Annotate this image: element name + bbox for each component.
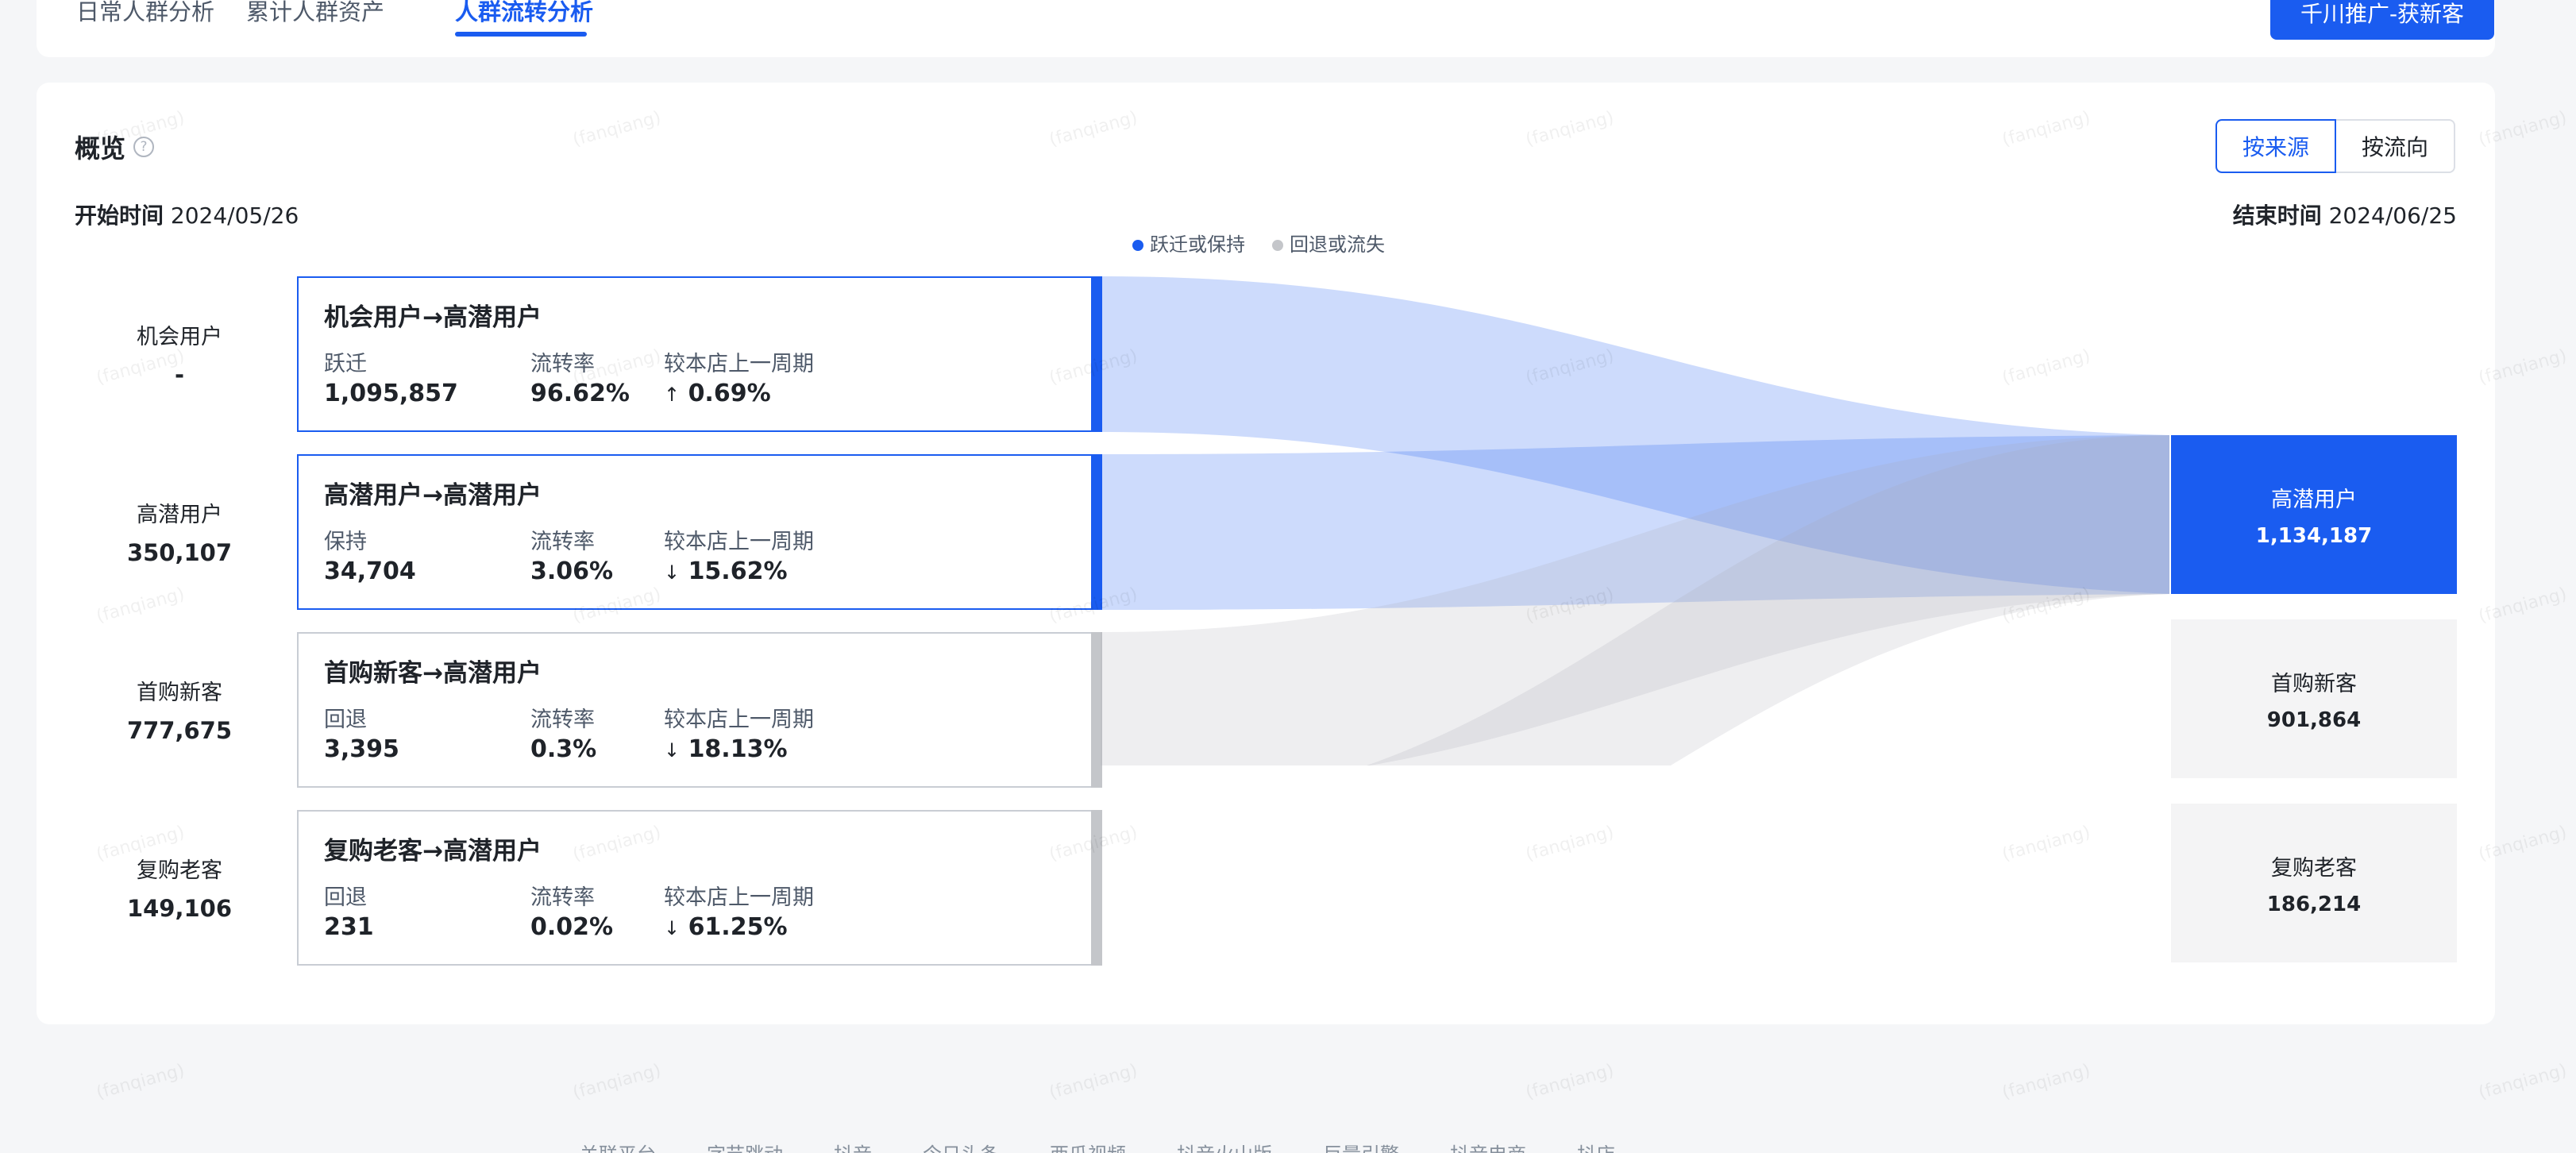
- footer-link[interactable]: 抖音电商: [1450, 1139, 1526, 1153]
- flow-rate-label: 流转率: [530, 708, 595, 732]
- footer-link[interactable]: 字节跳动: [707, 1139, 783, 1153]
- footer-link[interactable]: 今日头条: [923, 1139, 999, 1153]
- flow-count: 3,395: [324, 735, 399, 763]
- arrow-down-icon: ↓: [664, 561, 681, 584]
- flow-compare: ↓ 15.62%: [664, 557, 788, 585]
- arrow-down-icon: ↓: [664, 917, 681, 939]
- end-date: 结束时间 2024/06/25: [2233, 199, 2457, 230]
- source-value: 149,106: [126, 895, 233, 922]
- flow-rate: 0.02%: [530, 913, 614, 941]
- watermark-text: (fanqiang): [1999, 1060, 2093, 1104]
- source-name: 高潜用户: [137, 503, 222, 527]
- promo-acquire-button[interactable]: 千川推广-获新客: [2270, 0, 2494, 40]
- flow-rate: 0.3%: [530, 735, 597, 763]
- source-node: 复购老客 149,106: [100, 853, 259, 922]
- footer-link[interactable]: 抖店: [1577, 1139, 1615, 1153]
- tab-daily-crowd[interactable]: 日常人群分析: [76, 0, 214, 27]
- flow-kind-label: 回退: [324, 885, 367, 910]
- source-value: 350,107: [126, 539, 233, 566]
- flow-title: 首购新客→高潜用户: [324, 659, 542, 688]
- target-name: 复购老客: [2271, 855, 2357, 881]
- flow-count: 34,704: [324, 557, 416, 585]
- start-date-label: 开始时间: [75, 202, 164, 229]
- source-name: 复购老客: [137, 858, 222, 883]
- flow-kind-label: 跃迁: [324, 352, 367, 376]
- active-tab-indicator: [455, 32, 587, 37]
- flow-rate-label: 流转率: [530, 352, 595, 376]
- flow-title: 高潜用户→高潜用户: [324, 481, 542, 510]
- view-toggle: 按来源 按流向: [2215, 119, 2455, 173]
- flow-title: 复购老客→高潜用户: [324, 837, 542, 866]
- flow-compare-label: 较本店上一周期: [664, 530, 814, 554]
- footer-links: 关联平台 字节跳动 抖音 今日头条 西瓜视频 抖音火山版 巨量引擎 抖音电商 抖…: [580, 1139, 1615, 1153]
- footer-link[interactable]: 巨量引擎: [1323, 1139, 1399, 1153]
- flow-card[interactable]: 高潜用户→高潜用户 保持 34,704 流转率 3.06% 较本店上一周期 ↓ …: [297, 454, 1102, 610]
- flow-compare-value: 61.25%: [688, 913, 788, 941]
- source-node: 机会用户 -: [100, 319, 259, 388]
- tab-crowd-flow[interactable]: 人群流转分析: [455, 0, 593, 27]
- flow-compare: ↓ 18.13%: [664, 735, 788, 763]
- flow-card-bar: [1091, 810, 1102, 966]
- watermark-text: (fanqiang): [1047, 1060, 1140, 1104]
- flow-title: 机会用户→高潜用户: [324, 303, 542, 332]
- footer-link[interactable]: 抖音火山版: [1177, 1139, 1272, 1153]
- source-name: 机会用户: [137, 325, 222, 349]
- watermark-text: (fanqiang): [570, 1060, 664, 1104]
- flow-count: 1,095,857: [324, 380, 458, 407]
- watermark-text: (fanqiang): [2476, 1060, 2570, 1104]
- flow-compare-label: 较本店上一周期: [664, 885, 814, 910]
- watermark-text: (fanqiang): [94, 1060, 187, 1104]
- footer-link[interactable]: 抖音: [834, 1139, 872, 1153]
- flow-compare: ↑ 0.69%: [664, 380, 771, 407]
- end-date-label: 结束时间: [2232, 202, 2322, 229]
- target-value: 1,134,187: [2255, 523, 2373, 548]
- target-name: 高潜用户: [2271, 487, 2357, 512]
- flow-kind-label: 回退: [324, 708, 367, 732]
- page-title: 概览: [75, 133, 126, 164]
- toggle-by-source[interactable]: 按来源: [2215, 119, 2336, 173]
- flow-card[interactable]: 首购新客→高潜用户 回退 3,395 流转率 0.3% 较本店上一周期 ↓ 18…: [297, 632, 1102, 788]
- flow-card[interactable]: 复购老客→高潜用户 回退 231 流转率 0.02% 较本店上一周期 ↓ 61.…: [297, 810, 1102, 966]
- flow-compare-value: 0.69%: [688, 380, 771, 407]
- target-name: 首购新客: [2271, 671, 2357, 696]
- flow-ribbons: [1101, 276, 2169, 765]
- target-value: 901,864: [2266, 708, 2362, 732]
- flow-card[interactable]: 机会用户→高潜用户 跃迁 1,095,857 流转率 96.62% 较本店上一周…: [297, 276, 1102, 432]
- start-date-value: 2024/05/26: [170, 202, 299, 229]
- flow-kind-label: 保持: [324, 530, 367, 554]
- overview-card: 概览 ? 按来源 按流向 开始时间 2024/05/26 结束时间 2024/0…: [37, 83, 2495, 1024]
- start-date: 开始时间 2024/05/26: [75, 199, 299, 230]
- flow-compare: ↓ 61.25%: [664, 913, 788, 941]
- end-date-value: 2024/06/25: [2328, 202, 2457, 229]
- toggle-by-destination[interactable]: 按流向: [2336, 119, 2455, 173]
- target-value: 186,214: [2266, 892, 2362, 916]
- flow-compare-label: 较本店上一周期: [664, 708, 814, 732]
- source-node: 首购新客 777,675: [100, 675, 259, 744]
- flow-compare-label: 较本店上一周期: [664, 352, 814, 376]
- watermark-text: (fanqiang): [1523, 1060, 1617, 1104]
- arrow-up-icon: ↑: [664, 384, 681, 406]
- source-node: 高潜用户 350,107: [100, 497, 259, 566]
- flow-rate-label: 流转率: [530, 530, 595, 554]
- source-value: -: [174, 361, 185, 388]
- source-value: 777,675: [126, 717, 233, 744]
- footer-link[interactable]: 西瓜视频: [1050, 1139, 1126, 1153]
- overview-title-row: 概览 ?: [75, 129, 155, 165]
- flow-count: 231: [324, 913, 374, 941]
- target-node[interactable]: 复购老客 186,214: [2171, 804, 2457, 962]
- target-node[interactable]: 首购新客 901,864: [2171, 619, 2457, 778]
- source-name: 首购新客: [137, 681, 222, 705]
- arrow-down-icon: ↓: [664, 739, 681, 762]
- tab-cumulative-assets[interactable]: 累计人群资产: [246, 0, 384, 27]
- help-icon[interactable]: ?: [133, 137, 155, 157]
- flow-compare-value: 18.13%: [688, 735, 788, 763]
- tab-bar: 日常人群分析 累计人群资产 人群流转分析 千川推广-获新客: [37, 0, 2495, 57]
- flow-rate: 96.62%: [530, 380, 630, 407]
- flow-rate-label: 流转率: [530, 885, 595, 910]
- flow-compare-value: 15.62%: [688, 557, 788, 585]
- target-node[interactable]: 高潜用户 1,134,187: [2171, 435, 2457, 594]
- flow-rate: 3.06%: [530, 557, 614, 585]
- footer-label: 关联平台: [580, 1139, 656, 1153]
